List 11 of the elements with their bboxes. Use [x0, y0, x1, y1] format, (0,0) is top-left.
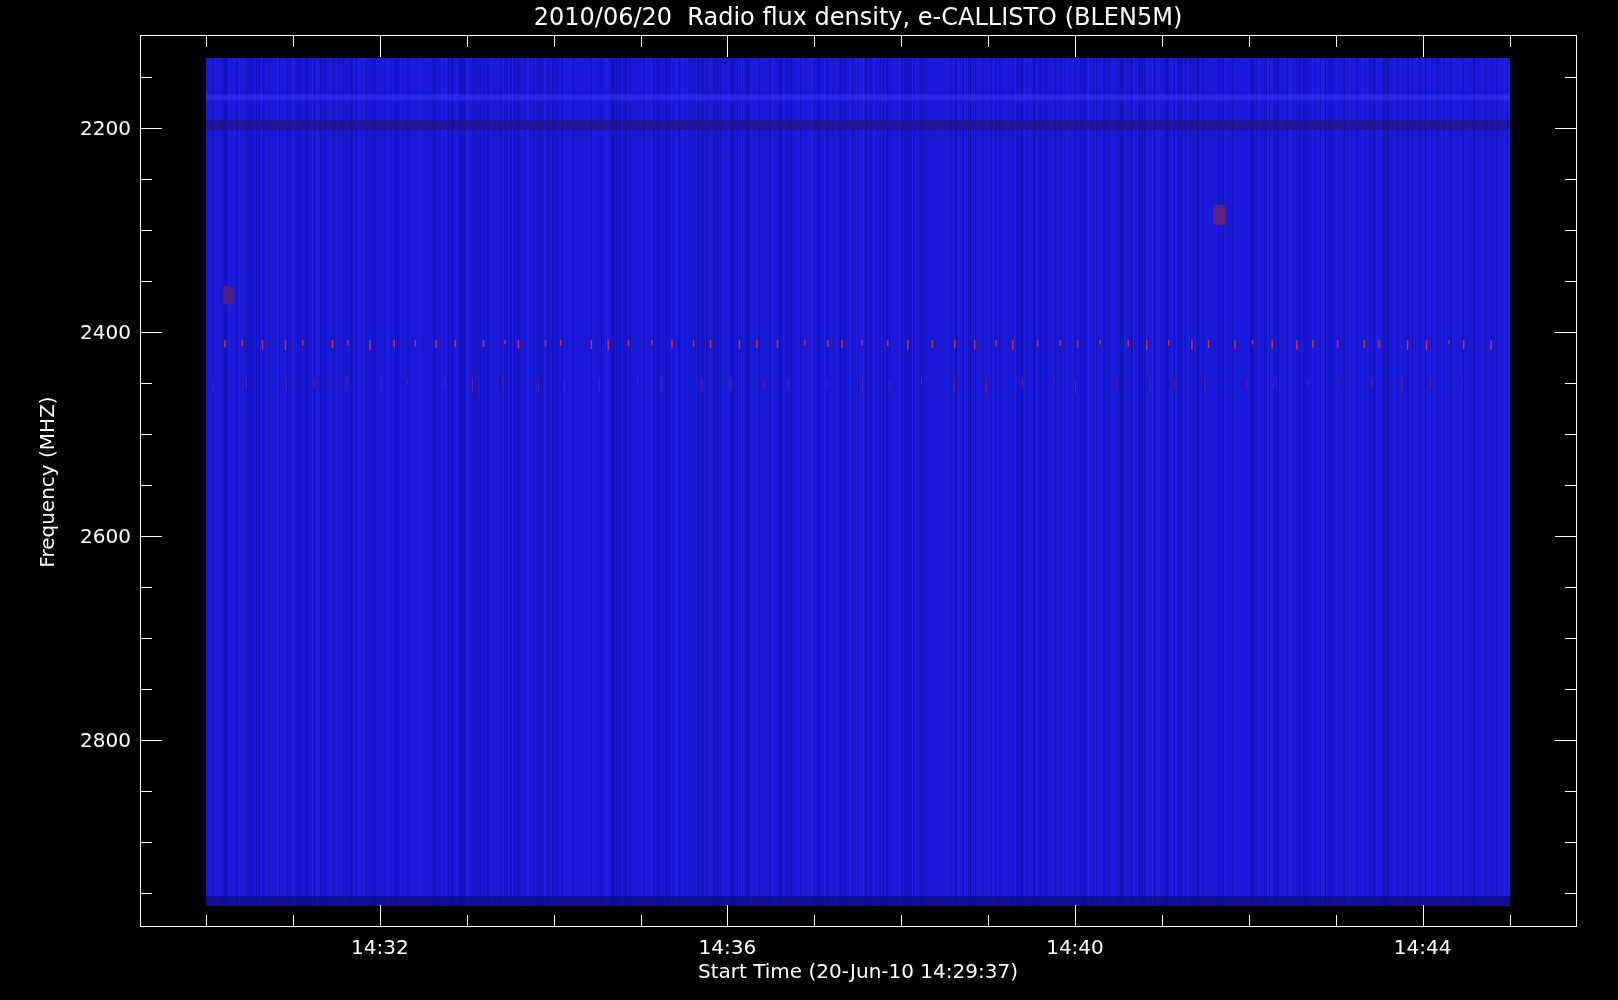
y-tick-label: 2600 [80, 524, 131, 548]
y-axis-label: Frequency (MHZ) [35, 396, 59, 568]
x-tick-label: 14:44 [1393, 935, 1452, 959]
y-tick-label: 2200 [80, 116, 131, 140]
chart-title: 2010/06/20 Radio flux density, e-CALLISTO (BLEN5M) [533, 3, 1183, 31]
x-tick-label: 14:40 [1046, 935, 1104, 959]
x-tick-label: 14:36 [698, 935, 757, 959]
x-tick-label: 14:32 [351, 935, 409, 959]
y-tick-label: 2400 [80, 320, 131, 344]
y-tick-label: 2800 [80, 728, 131, 752]
x-axis-label: Start Time (20-Jun-10 14:29:37) [698, 959, 1018, 983]
